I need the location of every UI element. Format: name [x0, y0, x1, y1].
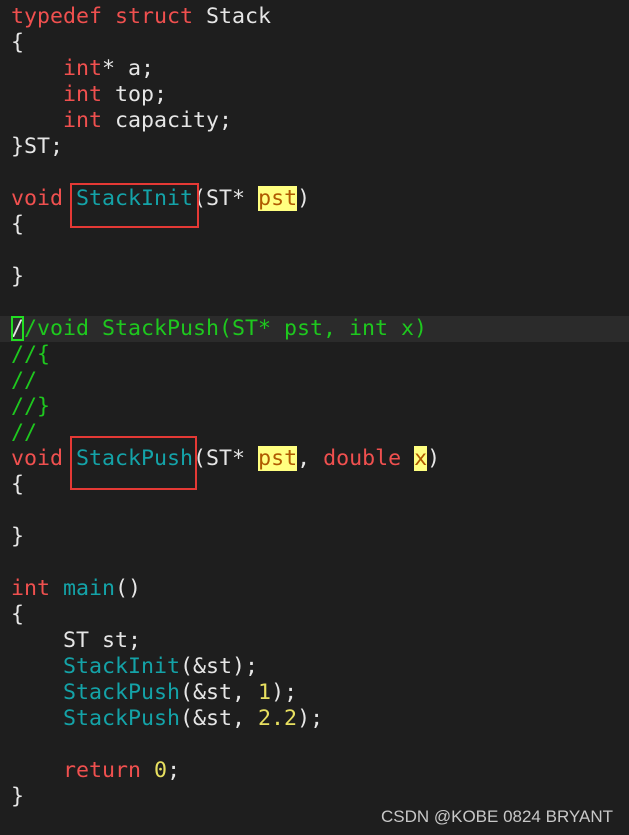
code-token: int	[63, 108, 103, 133]
code-token: )	[297, 186, 311, 211]
code-line[interactable]: StackPush(&st, 1);	[0, 680, 629, 706]
code-line[interactable]: }ST;	[0, 134, 629, 160]
code-line[interactable]: {	[0, 30, 629, 56]
code-line[interactable]: StackPush(&st, 2.2);	[0, 706, 629, 732]
code-line[interactable]: //void StackPush(ST* pst, int x)	[0, 316, 629, 342]
code-token: }	[11, 524, 25, 549]
code-token: )	[427, 446, 441, 471]
code-token: capacity;	[102, 108, 233, 133]
code-line[interactable]: StackInit(&st);	[0, 654, 629, 680]
code-token: return	[63, 758, 142, 783]
code-token: (ST*	[193, 186, 259, 211]
code-token: {	[11, 30, 25, 55]
code-token: pst	[258, 446, 298, 471]
code-token: double	[323, 446, 402, 471]
code-token: main	[63, 576, 116, 601]
code-line[interactable]: }	[0, 264, 629, 290]
code-token: (&st,	[180, 680, 259, 705]
code-token: int	[63, 82, 103, 107]
code-token: (&st);	[180, 654, 259, 679]
code-line[interactable]: //	[0, 368, 629, 394]
code-token: //{	[11, 342, 51, 367]
code-token: //	[11, 420, 38, 445]
code-editor[interactable]: typedef struct Stack{ int* a; int top; i…	[0, 4, 629, 810]
code-token: }	[11, 784, 25, 809]
code-line[interactable]	[0, 238, 629, 264]
code-token: {	[11, 602, 25, 627]
code-line[interactable]	[0, 290, 629, 316]
code-line[interactable]: int main()	[0, 576, 629, 602]
code-token: }	[11, 264, 25, 289]
code-token: top;	[102, 82, 168, 107]
code-token: * a;	[102, 56, 155, 81]
code-token: ,	[297, 446, 324, 471]
code-token: }ST;	[11, 134, 64, 159]
code-token: StackPush	[63, 706, 181, 731]
code-token: {	[11, 212, 25, 237]
code-line[interactable]	[0, 550, 629, 576]
code-token: typedef struct	[11, 4, 194, 29]
code-token: {	[11, 472, 25, 497]
code-line[interactable]: typedef struct Stack	[0, 4, 629, 30]
code-token: Stack	[193, 4, 272, 29]
code-token: ST st;	[11, 628, 142, 653]
code-token: 1	[258, 680, 272, 705]
code-token: StackPush	[63, 680, 181, 705]
code-token: ()	[115, 576, 142, 601]
code-line[interactable]: ST st;	[0, 628, 629, 654]
code-token: void	[11, 186, 64, 211]
code-token: );	[297, 706, 324, 731]
code-line[interactable]: //{	[0, 342, 629, 368]
code-token: //}	[11, 394, 51, 419]
code-token: x	[414, 446, 428, 471]
code-line[interactable]: //}	[0, 394, 629, 420]
code-line[interactable]: {	[0, 602, 629, 628]
annotation-box-stackinit	[70, 183, 199, 228]
code-line[interactable]: }	[0, 524, 629, 550]
annotation-box-stackpush	[70, 436, 197, 490]
code-line[interactable]: int capacity;	[0, 108, 629, 134]
code-line[interactable]: return 0;	[0, 758, 629, 784]
code-token: 2.2	[258, 706, 298, 731]
code-line[interactable]	[0, 732, 629, 758]
code-line[interactable]	[0, 498, 629, 524]
code-token: (ST*	[193, 446, 259, 471]
code-token: int	[63, 56, 103, 81]
code-token: StackInit	[63, 654, 181, 679]
code-token: 0	[154, 758, 168, 783]
text-cursor: /	[11, 316, 25, 341]
code-token: int	[11, 576, 51, 601]
code-token: pst	[258, 186, 298, 211]
code-line[interactable]: int top;	[0, 82, 629, 108]
code-token: void	[11, 446, 64, 471]
code-token: //	[11, 368, 38, 393]
watermark: CSDN @KOBE 0824 BRYANT	[380, 807, 613, 826]
code-token: );	[271, 680, 298, 705]
code-line[interactable]: int* a;	[0, 56, 629, 82]
code-token: /void StackPush(ST* pst, int x)	[24, 316, 428, 341]
code-token: (&st,	[180, 706, 259, 731]
code-token: ;	[167, 758, 181, 783]
